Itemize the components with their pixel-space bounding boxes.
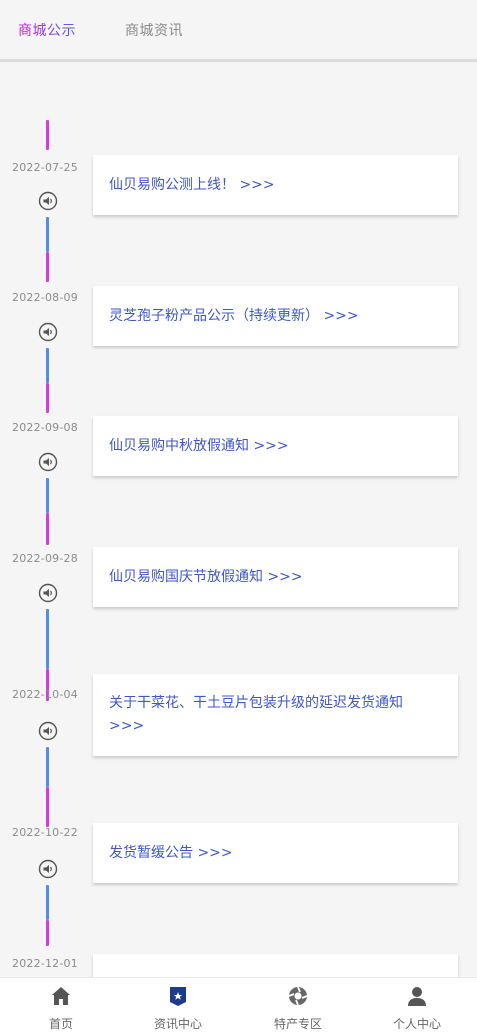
notice-card[interactable] [93,954,458,977]
notice-title: 灵芝孢子粉产品公示（持续更新） >>> [109,307,359,324]
timeline-line [46,252,49,282]
notice-card[interactable]: 仙贝易购中秋放假通知 >>> [93,416,458,476]
timeline-line [46,513,49,545]
bottom-nav: 首页 资讯中心 特产专区 个人中心 [0,977,477,1033]
tab-mall-notice[interactable]: 商城公示 [18,20,76,40]
speaker-icon [38,452,58,472]
user-icon [408,987,426,1006]
timeline-line [46,217,49,252]
notice-card[interactable]: 关于干菜花、干土豆片包装升级的延迟发货通知 >>> [93,674,458,756]
notice-title: 发货暂缓公告 >>> [109,844,233,861]
nav-home[interactable]: 首页 [11,978,111,1033]
speaker-icon [38,191,58,211]
tab-mall-news[interactable]: 商城资讯 [125,20,183,40]
notice-date: 2022-10-22 [12,826,78,839]
speaker-icon [38,322,58,342]
notice-title: 仙贝易购公测上线！ >>> [109,176,275,193]
notice-date: 2022-09-28 [12,552,78,565]
timeline-line [46,120,49,150]
news-icon [170,987,186,1006]
speaker-icon [38,583,58,603]
notice-date: 2022-12-01 [12,957,78,970]
home-icon [52,987,70,1005]
timeline-line [46,348,49,383]
specialty-icon [288,986,308,1006]
notice-card[interactable]: 灵芝孢子粉产品公示（持续更新） >>> [93,286,458,346]
nav-profile[interactable]: 个人中心 [367,978,467,1033]
speaker-icon [38,859,58,879]
timeline-line [46,478,49,513]
timeline-line [46,885,49,920]
nav-news-label: 资讯中心 [153,1017,202,1031]
notice-page: 商城公示 商城资讯 2022-07-25 仙贝易购公测上线！ >>> 2022-… [0,0,477,1033]
notice-title: 仙贝易购国庆节放假通知 >>> [109,568,303,585]
timeline-line [46,920,49,946]
notice-date: 2022-07-25 [12,161,78,174]
notice-card[interactable]: 发货暂缓公告 >>> [93,823,458,883]
timeline-line [46,747,49,787]
notice-date: 2022-09-08 [12,421,78,434]
notice-title: 仙贝易购中秋放假通知 >>> [109,437,289,454]
timeline-line [46,609,49,669]
nav-home-label: 首页 [48,1017,73,1031]
nav-news-center[interactable]: 资讯中心 [128,978,228,1033]
notice-card[interactable]: 仙贝易购国庆节放假通知 >>> [93,547,458,607]
notice-date: 2022-10-04 [12,688,78,701]
timeline-line [46,383,49,413]
speaker-icon [38,721,58,741]
notice-timeline: 2022-07-25 仙贝易购公测上线！ >>> 2022-08-09 灵芝孢子… [0,62,477,977]
notice-title: 关于干菜花、干土豆片包装升级的延迟发货通知 >>> [109,695,403,734]
notice-card[interactable]: 仙贝易购公测上线！ >>> [93,155,458,215]
nav-profile-label: 个人中心 [392,1017,441,1031]
nav-specialty[interactable]: 特产专区 [248,978,348,1033]
notice-date: 2022-08-09 [12,291,78,304]
nav-specialty-label: 特产专区 [273,1017,322,1031]
timeline-line [46,787,49,827]
tab-bar: 商城公示 商城资讯 [0,0,477,62]
